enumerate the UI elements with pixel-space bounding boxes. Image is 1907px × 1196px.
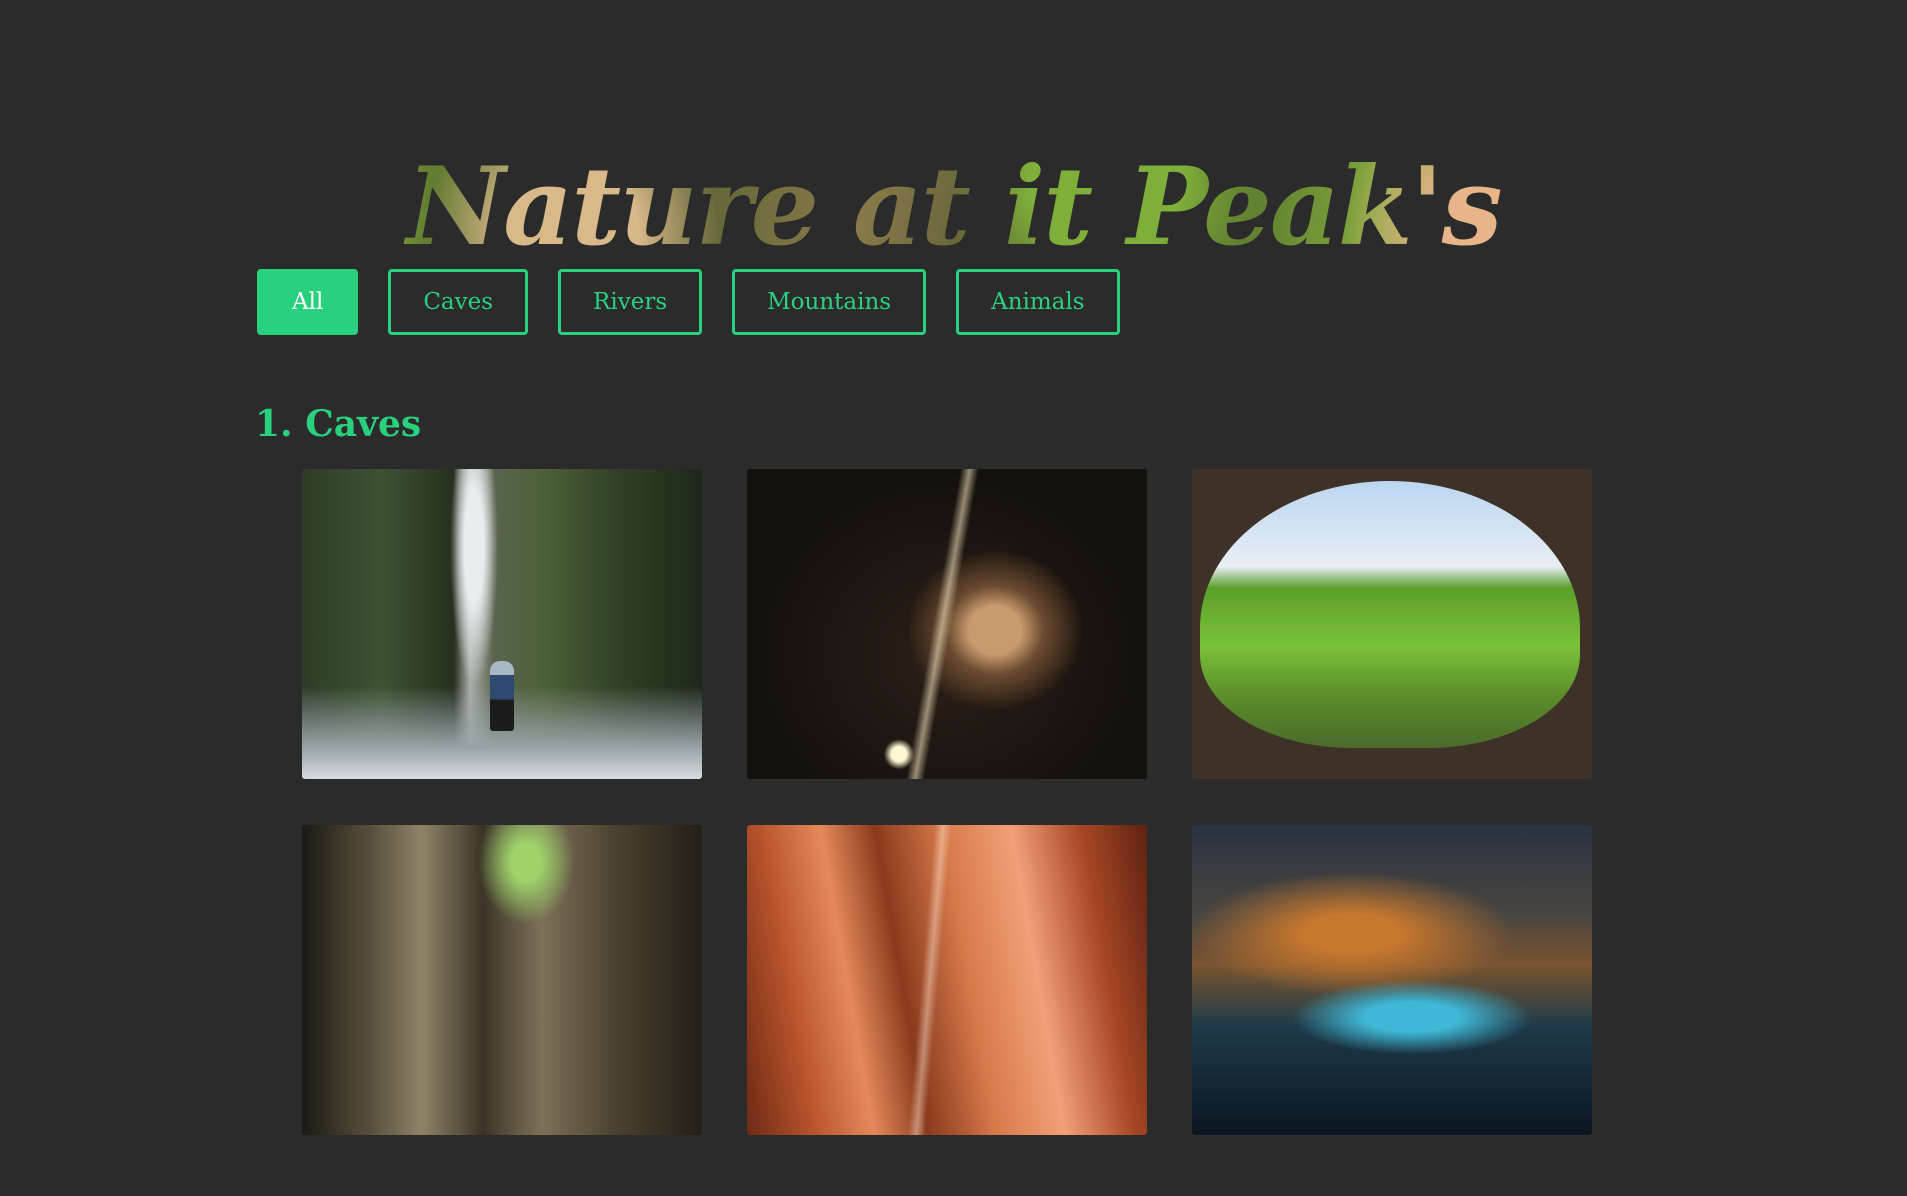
filter-bar: All Caves Rivers Mountains Animals [257,269,1120,335]
filter-button-all[interactable]: All [257,269,359,335]
gallery-photo[interactable] [1192,469,1592,779]
gallery-photo[interactable] [302,469,702,779]
gallery-photo[interactable] [1192,825,1592,1135]
gallery-photo[interactable] [747,825,1147,1135]
filter-button-animals[interactable]: Animals [956,269,1120,335]
section-heading-caves: 1. Caves [255,403,422,445]
gallery-photo[interactable] [302,825,702,1135]
cave-opening-view [1200,481,1580,748]
hiker-figure [490,661,514,732]
photo-gallery [302,469,1592,1135]
gallery-photo[interactable] [747,469,1147,779]
filter-button-mountains[interactable]: Mountains [732,269,927,335]
filter-button-rivers[interactable]: Rivers [558,269,703,335]
page: Nature at it Peak's All Caves Rivers Mou… [0,0,1907,1196]
page-title: Nature at it Peak's [0,142,1907,273]
filter-button-caves[interactable]: Caves [388,269,529,335]
